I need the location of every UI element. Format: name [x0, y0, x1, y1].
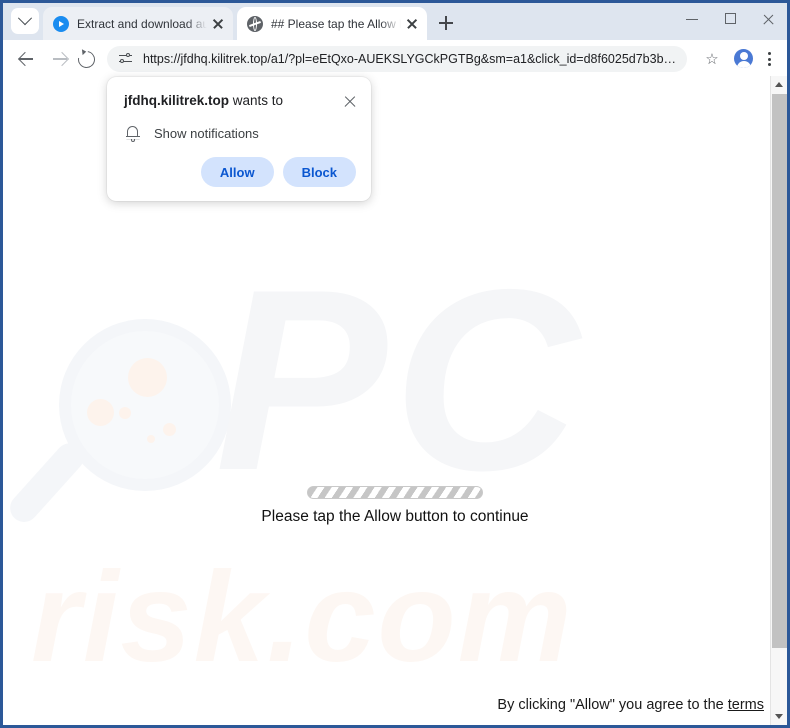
dialog-close-icon[interactable] [339, 90, 361, 112]
tab-title: ## Please tap the Allow button [271, 16, 401, 31]
tab-search-button[interactable] [11, 8, 39, 34]
dialog-title: jfdhq.kilitrek.top wants to [124, 93, 334, 108]
reload-button[interactable] [73, 46, 99, 72]
reload-icon [74, 47, 99, 72]
star-icon[interactable]: ☆ [699, 46, 725, 72]
terms-footer: By clicking "Allow" you agree to the ter… [497, 697, 764, 713]
loading-progress-bar [307, 486, 483, 499]
three-dot-menu-icon[interactable] [757, 46, 781, 72]
instruction-text: Please tap the Allow button to continue [261, 508, 529, 525]
globe-icon [247, 15, 263, 32]
minimize-icon[interactable] [673, 3, 711, 35]
tab-close-icon[interactable] [207, 13, 229, 35]
tab-close-icon[interactable] [401, 13, 423, 35]
back-arrow-stem [19, 58, 33, 60]
page-scrollbar[interactable] [770, 76, 787, 725]
tab-title: Extract and download audio an [77, 16, 207, 31]
dialog-actions: Allow Block [200, 157, 356, 187]
account-avatar-icon[interactable] [734, 49, 753, 68]
back-button[interactable] [13, 46, 39, 72]
block-button[interactable]: Block [282, 157, 356, 187]
forward-button[interactable] [47, 46, 73, 72]
watermark-pc: PC [215, 235, 586, 524]
allow-button[interactable]: Allow [200, 157, 274, 187]
permission-row: Show notifications [125, 125, 259, 142]
close-icon[interactable] [749, 3, 787, 35]
tab-extract-audio[interactable]: Extract and download audio an [43, 7, 233, 40]
terms-link[interactable]: terms [728, 697, 764, 713]
tab-strip: Extract and download audio an ## Please … [3, 3, 787, 40]
bell-icon [125, 125, 141, 142]
page-center-content: Please tap the Allow button to continue [3, 486, 787, 526]
forward-arrow-stem [53, 58, 67, 60]
scroll-up-arrow-icon[interactable] [771, 76, 787, 93]
notification-permission-dialog: jfdhq.kilitrek.top wants to Show notific… [107, 77, 371, 201]
browser-toolbar: https://jfdhq.kilitrek.top/a1/?pl=eEtQxo… [3, 40, 787, 76]
dialog-title-suffix: wants to [229, 93, 284, 108]
maximize-icon[interactable] [711, 3, 749, 35]
scrollbar-thumb[interactable] [772, 94, 787, 648]
address-bar[interactable]: https://jfdhq.kilitrek.top/a1/?pl=eEtQxo… [107, 46, 687, 72]
permission-label: Show notifications [154, 126, 259, 141]
terms-footer-text: By clicking "Allow" you agree to the [497, 697, 728, 713]
dialog-origin: jfdhq.kilitrek.top [124, 93, 230, 108]
tab-allow-button-page[interactable]: ## Please tap the Allow button [237, 7, 427, 40]
window-controls [673, 3, 787, 40]
tune-icon[interactable] [115, 50, 143, 68]
chevron-down-icon [17, 11, 33, 26]
watermark-risk: risk.com [31, 546, 574, 689]
browser-window: Extract and download audio an ## Please … [0, 0, 790, 728]
play-circle-icon [53, 15, 69, 32]
scroll-down-arrow-icon[interactable] [771, 708, 787, 725]
url-text[interactable]: https://jfdhq.kilitrek.top/a1/?pl=eEtQxo… [143, 52, 687, 66]
new-tab-button[interactable] [433, 10, 459, 36]
